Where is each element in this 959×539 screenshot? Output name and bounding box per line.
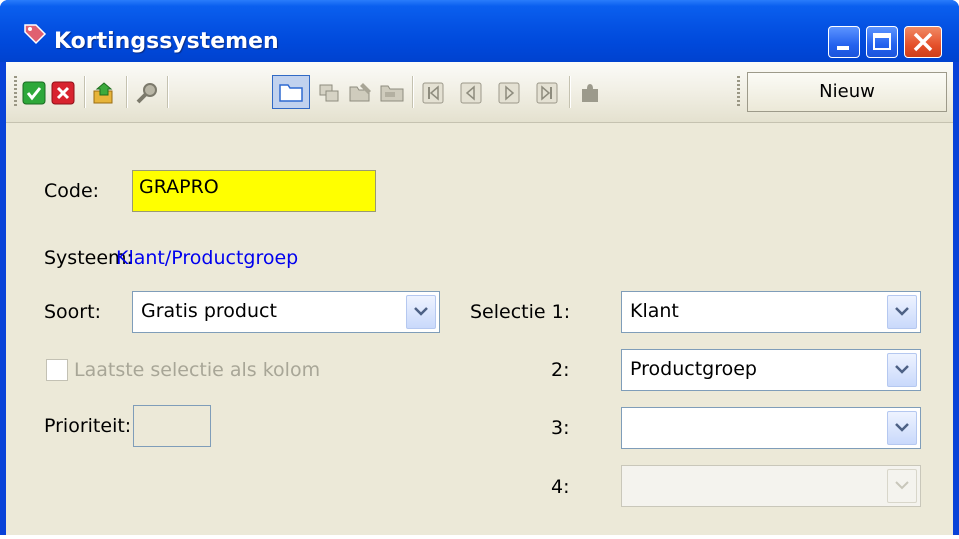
toolbar-separator bbox=[84, 76, 86, 108]
copy-icon[interactable] bbox=[317, 81, 341, 105]
selectie3-dropdown-button[interactable] bbox=[887, 411, 917, 445]
laatste-selectie-label: Laatste selectie als kolom bbox=[74, 359, 321, 381]
chevron-down-icon bbox=[414, 307, 428, 316]
export-icon[interactable] bbox=[92, 81, 116, 105]
selectie1-select[interactable]: Klant bbox=[621, 291, 921, 333]
next-record-icon[interactable] bbox=[497, 81, 521, 105]
chevron-down-icon bbox=[895, 365, 909, 374]
toolbar-separator bbox=[569, 76, 571, 108]
toolbar-grip[interactable] bbox=[737, 76, 740, 108]
toolbar-separator bbox=[412, 76, 414, 108]
prev-record-icon[interactable] bbox=[459, 81, 483, 105]
selectie3-select[interactable] bbox=[621, 407, 921, 449]
soort-select-value: Gratis product bbox=[141, 300, 277, 322]
selectie4-select[interactable] bbox=[621, 465, 921, 507]
cancel-icon[interactable] bbox=[51, 81, 75, 105]
chevron-down-icon bbox=[895, 307, 909, 316]
close-button[interactable] bbox=[904, 26, 942, 58]
selectie1-select-value: Klant bbox=[630, 300, 679, 322]
folder-edit-icon[interactable] bbox=[349, 81, 373, 105]
soort-dropdown-button[interactable] bbox=[406, 295, 436, 329]
ok-icon[interactable] bbox=[22, 81, 46, 105]
folder-icon bbox=[279, 84, 303, 102]
chevron-down-icon bbox=[895, 423, 909, 432]
systeem-value: Klant/Productgroep bbox=[116, 247, 299, 269]
client-area: Nieuw Code: GRAPRO Systeem: Klant/Produc… bbox=[6, 62, 953, 535]
selectie4-dropdown-button[interactable] bbox=[887, 469, 917, 503]
selectie4-label: 4: bbox=[551, 476, 570, 498]
toolbar: Nieuw bbox=[6, 62, 953, 123]
laatste-selectie-checkbox[interactable] bbox=[46, 359, 68, 381]
minimize-icon bbox=[837, 46, 849, 50]
maximize-button[interactable] bbox=[866, 26, 898, 58]
selectie2-select[interactable]: Productgroep bbox=[621, 349, 921, 391]
toolbar-separator bbox=[167, 76, 169, 108]
folder-closed-icon[interactable] bbox=[380, 81, 404, 105]
soort-select[interactable]: Gratis product bbox=[132, 291, 440, 333]
selectie2-dropdown-button[interactable] bbox=[887, 353, 917, 387]
prioriteit-label: Prioriteit: bbox=[44, 415, 132, 437]
puzzle-icon[interactable] bbox=[578, 81, 602, 105]
selectie1-dropdown-button[interactable] bbox=[887, 295, 917, 329]
toolbar-grip[interactable] bbox=[14, 76, 17, 108]
last-record-icon[interactable] bbox=[535, 81, 559, 105]
soort-label: Soort: bbox=[44, 301, 101, 323]
selectie3-label: 3: bbox=[551, 417, 570, 439]
code-label: Code: bbox=[44, 180, 100, 202]
nieuw-button[interactable]: Nieuw bbox=[747, 72, 947, 112]
window-title: Kortingssystemen bbox=[54, 29, 279, 54]
app-icon bbox=[24, 24, 47, 45]
minimize-button[interactable] bbox=[828, 26, 860, 58]
search-icon[interactable] bbox=[135, 81, 159, 105]
folder-button[interactable] bbox=[272, 75, 310, 109]
selectie1-label: Selectie 1: bbox=[470, 301, 571, 323]
maximize-icon bbox=[873, 33, 891, 50]
selectie2-select-value: Productgroep bbox=[630, 358, 757, 380]
selectie2-label: 2: bbox=[551, 359, 570, 381]
toolbar-separator bbox=[126, 76, 128, 108]
code-field[interactable]: GRAPRO bbox=[132, 170, 376, 212]
close-icon bbox=[913, 32, 933, 52]
title-bar[interactable]: Kortingssystemen bbox=[0, 0, 959, 62]
application-window: Kortingssystemen Nieuw Code: GRAPRO Syst… bbox=[0, 0, 959, 535]
chevron-down-icon bbox=[895, 481, 909, 490]
first-record-icon[interactable] bbox=[421, 81, 445, 105]
prioriteit-field[interactable] bbox=[133, 405, 211, 447]
